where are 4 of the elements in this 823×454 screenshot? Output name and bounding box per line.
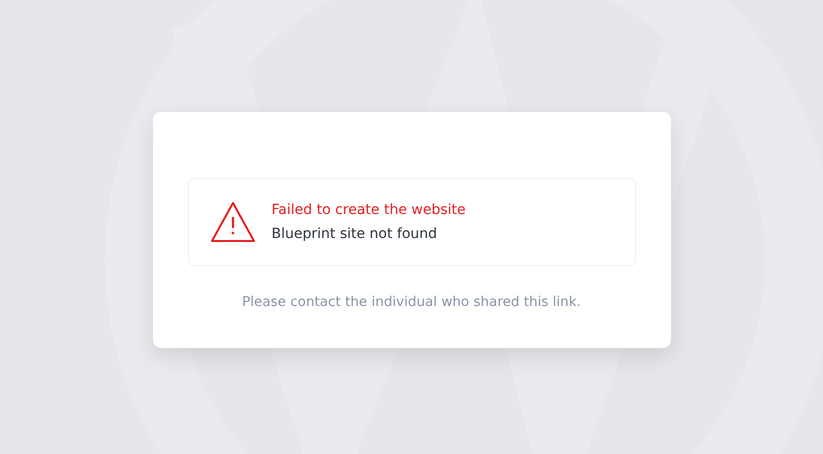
warning-icon	[210, 201, 256, 243]
error-message: Blueprint site not found	[272, 226, 438, 242]
error-title: Failed to create the website	[272, 202, 466, 218]
contact-note: Please contact the individual who shared this link.	[241, 294, 582, 310]
